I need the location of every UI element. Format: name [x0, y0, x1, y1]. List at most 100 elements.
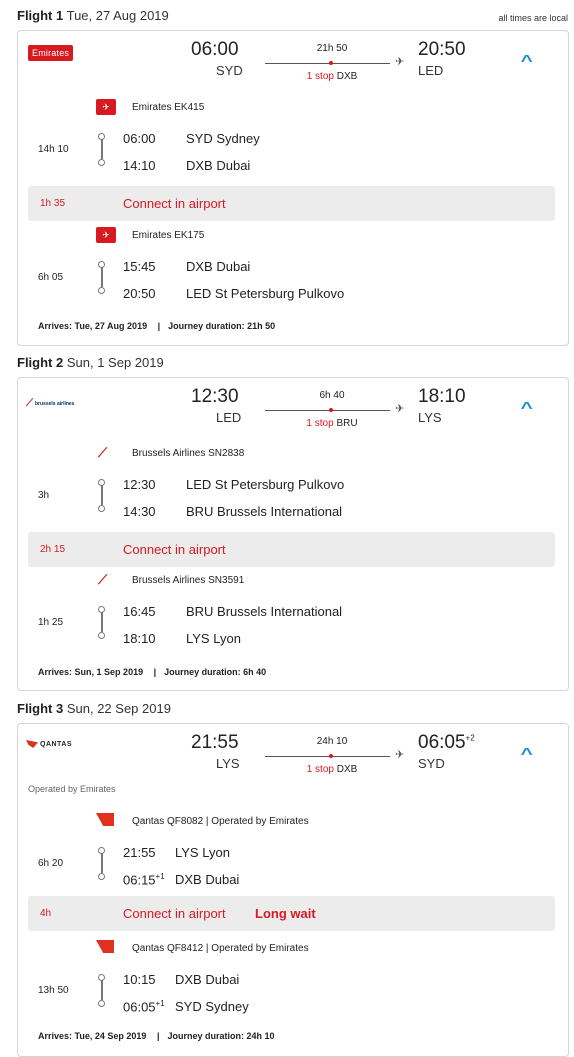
leg-arrival-place: BRU Brussels International [186, 504, 343, 519]
flight-number-label: Flight 1 [17, 8, 64, 23]
airline-logo: ⟋ brussels airlines [26, 398, 74, 409]
long-wait-warning: Long wait [255, 906, 316, 921]
arrives-label: Arrives: [38, 1031, 73, 1041]
leg-end-circle-icon [98, 1000, 105, 1007]
total-duration: 24h 10 [316, 736, 348, 747]
leg-departure-time: 15:45 [123, 259, 156, 274]
arrival-time: 06:05+2 [418, 732, 475, 754]
arrival-code: LED [418, 63, 444, 78]
arrives-date: Sun, 1 Sep 2019 [74, 667, 144, 677]
flight-header: Flight 1 Tue, 27 Aug 2019 [17, 8, 169, 23]
leg-arrival-day-shift: +1 [155, 999, 165, 1008]
leg-departure-time-value: 21:55 [123, 845, 156, 860]
departure-time: 21:55 [191, 732, 239, 753]
leg-carrier: Qantas QF8082 | Operated by Emirates [132, 816, 309, 827]
arrival-time-value: 06:05 [418, 732, 466, 753]
journey-footer: Arrives: Tue, 27 Aug 2019 | Journey durat… [38, 321, 275, 331]
connection-banner: 2h 15 Connect in airport [28, 532, 555, 567]
flight-header: Flight 2 Sun, 1 Sep 2019 [17, 355, 164, 370]
flight-card: Emirates 06:00 SYD 21h 50 ✈ 1 stop DXB 20:50 LE… [17, 30, 569, 346]
leg-departure-time-value: 06:00 [123, 131, 156, 146]
leg-arrival-time: 06:05+1 [123, 999, 165, 1014]
plane-icon: ✈ [395, 403, 405, 415]
plane-icon: ✈ [395, 749, 405, 761]
collapse-chevron-icon[interactable]: ^ [521, 400, 533, 418]
leg-carrier: Emirates EK415 [132, 102, 205, 113]
qantas-kangaroo-icon [26, 740, 38, 748]
leg-arrival-time-value: 06:15 [123, 872, 156, 888]
leg-departure-time-value: 10:15 [123, 972, 156, 987]
stops-info: 1 stop DXB [267, 764, 397, 775]
brussels-logo-text: brussels airlines [35, 400, 75, 407]
arrival-day-shift: +2 [465, 733, 475, 743]
collapse-chevron-icon[interactable]: ^ [521, 746, 533, 764]
leg-connector-line [101, 139, 103, 159]
flight-card: ⟋ brussels airlines 12:30 LED 6h 40 ✈ 1 stop B… [17, 377, 569, 691]
leg-arrival-place: LED St Petersburg Pulkovo [186, 286, 345, 301]
stop-dot [329, 408, 333, 412]
connection-banner: 1h 35 Connect in airport [28, 186, 555, 221]
journey-duration-label: Journey duration: [164, 667, 241, 677]
leg-departure-time-value: 16:45 [123, 604, 156, 619]
leg-departure-time-value: 12:30 [123, 477, 156, 492]
leg-connector-line [101, 853, 103, 873]
leg-arrival-time: 18:10 [123, 631, 156, 646]
departure-code: SYD [216, 63, 243, 78]
connection-duration: 2h 15 [40, 544, 66, 555]
arrival-time-value: 18:10 [418, 386, 466, 407]
leg-arrival-time: 06:15+1 [123, 872, 165, 887]
emirates-small-logo-icon: ✈ [96, 99, 116, 115]
journey-footer: Arrives: Sun, 1 Sep 2019 | Journey durati… [38, 667, 266, 677]
journey-duration-value: 21h 50 [247, 321, 276, 331]
leg-arrival-place: LYS Lyon [186, 631, 241, 646]
brussels-small-logo-icon: ⟋ [98, 572, 108, 587]
qantas-logo-text: QANTAS [40, 740, 73, 748]
arrival-time-value: 20:50 [418, 39, 466, 60]
arrival-time: 18:10 [418, 386, 466, 408]
leg-departure-time: 16:45 [123, 604, 156, 619]
stop-airport-code: DXB [336, 71, 358, 82]
leg-end-circle-icon [98, 873, 105, 880]
leg-departure-place: DXB Dubai [175, 972, 240, 987]
leg-duration: 6h 05 [38, 272, 64, 283]
departure-code: LYS [216, 756, 240, 771]
leg-end-circle-icon [98, 632, 105, 639]
leg-duration: 1h 25 [38, 617, 64, 628]
connection-text: Connect in airport [123, 906, 226, 921]
arrival-code: SYD [418, 756, 445, 771]
times-local-note: all times are local [498, 13, 568, 23]
journey-duration-value: 24h 10 [246, 1031, 275, 1041]
emirates-small-logo-icon: ✈ [96, 227, 116, 243]
stop-dot [329, 754, 333, 758]
flight-date: Sun, 22 Sep 2019 [66, 701, 171, 716]
leg-departure-place: LYS Lyon [175, 845, 230, 860]
collapse-chevron-icon[interactable]: ^ [521, 53, 533, 71]
journey-duration-label: Journey duration: [168, 321, 245, 331]
plane-icon: ✈ [395, 56, 405, 68]
leg-arrival-time-value: 14:10 [123, 158, 156, 173]
flight-header: Flight 3 Sun, 22 Sep 2019 [17, 701, 171, 716]
stops-count: 1 stop [306, 418, 334, 429]
leg-duration: 14h 10 [38, 144, 69, 155]
route-line [265, 410, 390, 411]
route-line [265, 63, 390, 64]
departure-code: LED [216, 410, 242, 425]
flight-card: QANTAS 21:55 LYS 24h 10 ✈ 1 stop DXB 06:05+2 SY… [17, 723, 569, 1057]
leg-departure-place: DXB Dubai [186, 259, 251, 274]
flight-date: Sun, 1 Sep 2019 [66, 355, 164, 370]
stop-airport-code: DXB [336, 764, 358, 775]
journey-duration-label: Journey duration: [167, 1031, 244, 1041]
leg-arrival-time-value: 20:50 [123, 286, 156, 301]
leg-duration: 6h 20 [38, 858, 64, 869]
connection-duration: 1h 35 [40, 198, 66, 209]
leg-connector-line [101, 612, 103, 632]
footer-separator: | [156, 1031, 160, 1041]
leg-duration: 13h 50 [38, 985, 69, 996]
leg-departure-place: SYD Sydney [186, 131, 260, 146]
connection-text: Connect in airport [123, 542, 226, 557]
total-duration: 6h 40 [319, 390, 345, 401]
leg-duration: 3h [38, 490, 50, 501]
route-line [265, 756, 390, 757]
leg-end-circle-icon [98, 287, 105, 294]
total-duration: 21h 50 [316, 43, 348, 54]
